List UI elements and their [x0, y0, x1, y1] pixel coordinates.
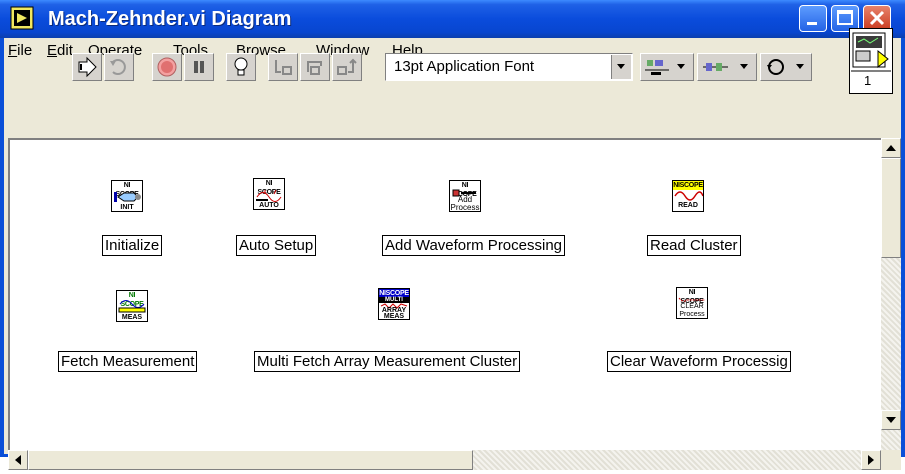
pause-icon — [194, 61, 204, 73]
clear-waveform-processing-vi-icon[interactable]: NI SCOPE CLEAR Process — [676, 287, 708, 319]
window-title: Mach-Zehnder.vi Diagram — [48, 8, 292, 30]
title-bar[interactable]: Mach-Zehnder.vi Diagram — [0, 0, 905, 38]
run-continuously-button[interactable] — [104, 53, 134, 81]
labview-app-icon[interactable] — [10, 6, 34, 30]
fetch-measurement-vi-icon[interactable]: NI SCOPE MEAS — [116, 290, 148, 322]
minimize-icon — [807, 22, 817, 25]
step-out-button[interactable] — [332, 53, 362, 81]
run-button[interactable] — [72, 53, 102, 81]
step-over-button[interactable] — [300, 53, 330, 81]
align-objects-button[interactable] — [640, 53, 694, 81]
vi-connector-pane-icon: 1 — [851, 32, 891, 88]
scroll-right-button[interactable] — [861, 450, 881, 470]
horizontal-scrollbar[interactable] — [8, 450, 881, 470]
label-auto-setup[interactable]: Auto Setup — [236, 235, 317, 256]
distribute-objects-button[interactable] — [697, 53, 757, 81]
minimize-button[interactable] — [799, 5, 827, 32]
scroll-up-button[interactable] — [881, 138, 901, 158]
arrow-left-icon — [15, 455, 21, 465]
add-waveform-processing-vi-icon[interactable]: NI SCOPE Add Process — [449, 180, 481, 212]
vertical-scroll-thumb[interactable] — [881, 158, 901, 258]
auto-setup-waveform-icon — [256, 189, 282, 202]
horizontal-scroll-thumb[interactable] — [28, 450, 473, 470]
arrow-down-icon — [886, 417, 896, 423]
measurement-ruler-icon — [118, 300, 146, 313]
step-over-icon — [307, 61, 322, 75]
align-icon — [645, 60, 685, 75]
reorder-button[interactable] — [760, 53, 812, 81]
scroll-left-button[interactable] — [8, 450, 28, 470]
highlight-execution-icon — [234, 57, 248, 76]
reorder-icon — [767, 59, 804, 75]
font-selector-value: 13pt Application Font — [394, 58, 535, 75]
size-grip[interactable] — [881, 450, 901, 470]
run-icon — [78, 56, 97, 78]
context-help-number: 1 — [864, 73, 871, 88]
arrow-up-icon — [886, 145, 896, 151]
read-cluster-vi-icon[interactable]: NISCOPE READ — [672, 180, 704, 212]
auto-setup-vi-icon[interactable]: NI SCOPE AUTO — [253, 178, 285, 210]
abort-button[interactable] — [152, 53, 182, 81]
init-vi-icon[interactable]: NI SCOPE INIT — [111, 180, 143, 212]
instrument-connector-icon — [114, 192, 141, 202]
menu-edit[interactable]: Edit — [47, 42, 73, 59]
abort-icon — [157, 57, 177, 77]
label-multi-fetch-array-measurement-cluster[interactable]: Multi Fetch Array Measurement Cluster — [254, 351, 521, 372]
step-into-icon — [275, 60, 292, 75]
label-initialize[interactable]: Initialize — [102, 235, 163, 256]
label-fetch-measurement[interactable]: Fetch Measurement — [58, 351, 198, 372]
chevron-down-icon — [617, 64, 625, 69]
window-client: File Edit Operate Tools Browse Window He… — [4, 28, 901, 470]
step-into-button[interactable] — [268, 53, 298, 81]
label-add-waveform-processing[interactable]: Add Waveform Processing — [382, 235, 566, 256]
font-selector[interactable]: 13pt Application Font — [385, 53, 633, 81]
read-waveform-icon — [674, 191, 703, 201]
scroll-down-button[interactable] — [881, 410, 901, 430]
block-diagram-canvas[interactable]: NI SCOPE INIT Initialize NI SCOPE AUTO A… — [8, 138, 881, 450]
pause-button[interactable] — [184, 53, 214, 81]
run-continuously-icon — [110, 59, 126, 75]
label-read-cluster[interactable]: Read Cluster — [647, 235, 741, 256]
diagram-window: Mach-Zehnder.vi Diagram File Edit Operat… — [0, 0, 905, 470]
vertical-scrollbar[interactable] — [881, 138, 901, 450]
arrow-right-icon — [868, 455, 874, 465]
step-out-icon — [337, 58, 357, 75]
highlight-execution-button[interactable] — [226, 53, 256, 81]
context-help-icon-pane[interactable]: 1 — [849, 28, 893, 94]
font-dropdown-arrow[interactable] — [611, 55, 631, 79]
menu-file[interactable]: File — [8, 42, 32, 59]
distribute-icon — [703, 63, 748, 71]
multi-fetch-array-measurement-vi-icon[interactable]: NISCOPE MULTI ARRAY MEAS — [378, 288, 410, 320]
label-clear-waveform-processing[interactable]: Clear Waveform Processig — [607, 351, 791, 372]
